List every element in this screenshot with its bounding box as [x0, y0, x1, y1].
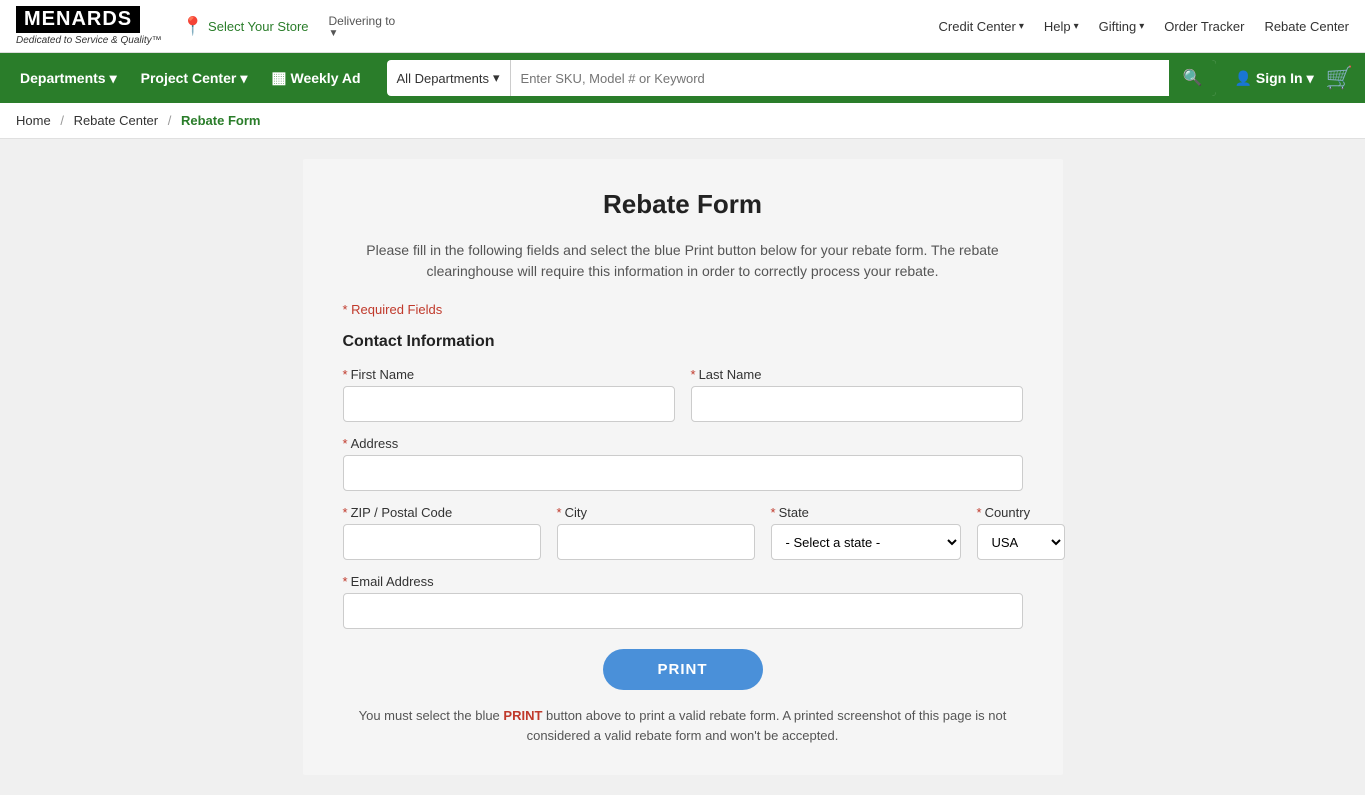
state-select[interactable]: - Select a state - Alabama Alaska Arizon…	[771, 524, 961, 560]
help-label: Help	[1044, 19, 1071, 34]
form-description: Please fill in the following fields and …	[343, 240, 1023, 282]
order-tracker-link[interactable]: Order Tracker	[1164, 19, 1244, 34]
breadcrumb-sep-2: /	[168, 113, 172, 128]
credit-center-link[interactable]: Credit Center ▾	[939, 19, 1024, 34]
last-name-label: *Last Name	[691, 367, 1023, 382]
address-row: *Address	[343, 436, 1023, 491]
zip-group: *ZIP / Postal Code	[343, 505, 541, 560]
gifting-label: Gifting	[1099, 19, 1137, 34]
contact-section-title: Contact Information	[343, 333, 1023, 351]
search-dept-dropdown[interactable]: All Departments ▾	[387, 60, 511, 96]
cart-icon[interactable]: 🛒	[1326, 65, 1353, 91]
location-row: *ZIP / Postal Code *City *State - Select…	[343, 505, 1023, 560]
form-title: Rebate Form	[343, 189, 1023, 220]
print-note: You must select the blue PRINT button ab…	[343, 706, 1023, 745]
search-input[interactable]	[511, 60, 1169, 96]
name-row: *First Name *Last Name	[343, 367, 1023, 422]
help-link[interactable]: Help ▾	[1044, 19, 1079, 34]
first-name-label: *First Name	[343, 367, 675, 382]
email-row: *Email Address	[343, 574, 1023, 629]
email-input[interactable]	[343, 593, 1023, 629]
gifting-link[interactable]: Gifting ▾	[1099, 19, 1145, 34]
delivering-to[interactable]: Delivering to ▼	[329, 14, 396, 39]
order-tracker-label: Order Tracker	[1164, 19, 1244, 34]
top-bar-right: Credit Center ▾ Help ▾ Gifting ▾ Order T…	[939, 19, 1349, 34]
rebate-center-label: Rebate Center	[1264, 19, 1349, 34]
main-content: Rebate Form Please fill in the following…	[0, 139, 1365, 795]
city-label: *City	[557, 505, 755, 520]
nav-right: 👤 Sign In ▾ 🛒	[1234, 65, 1353, 91]
zip-label: *ZIP / Postal Code	[343, 505, 541, 520]
last-name-input[interactable]	[691, 386, 1023, 422]
sign-in-button[interactable]: 👤 Sign In ▾	[1234, 70, 1313, 87]
country-group: *Country USA Canada	[977, 505, 1065, 560]
zip-required-star: *	[343, 505, 348, 520]
departments-nav[interactable]: Departments ▾	[12, 53, 125, 103]
city-required-star: *	[557, 505, 562, 520]
top-bar: MENARDS Dedicated to Service & Quality™ …	[0, 0, 1365, 53]
nav-bar: Departments ▾ Project Center ▾ ▦ Weekly …	[0, 53, 1365, 103]
required-note: * Required Fields	[343, 302, 1023, 317]
breadcrumb-home[interactable]: Home	[16, 113, 51, 128]
form-container: Rebate Form Please fill in the following…	[303, 159, 1063, 775]
top-bar-left: MENARDS Dedicated to Service & Quality™ …	[16, 6, 395, 46]
country-label: *Country	[977, 505, 1065, 520]
store-select[interactable]: 📍 Select Your Store	[182, 16, 309, 37]
user-icon: 👤	[1234, 70, 1251, 87]
credit-center-chevron: ▾	[1019, 21, 1024, 32]
logo-area: MENARDS Dedicated to Service & Quality™	[16, 6, 162, 46]
search-button[interactable]: 🔍	[1169, 60, 1217, 96]
logo: MENARDS	[16, 6, 140, 33]
country-select[interactable]: USA Canada	[977, 524, 1065, 560]
state-label: *State	[771, 505, 961, 520]
sign-in-chevron: ▾	[1307, 70, 1314, 87]
delivering-label: Delivering to	[329, 14, 396, 28]
breadcrumb: Home / Rebate Center / Rebate Form	[0, 103, 1365, 139]
print-button[interactable]: PRINT	[603, 649, 763, 690]
breadcrumb-current: Rebate Form	[181, 113, 260, 128]
last-name-required-star: *	[691, 367, 696, 382]
store-select-label: Select Your Store	[208, 19, 308, 34]
address-group: *Address	[343, 436, 1023, 491]
first-name-required-star: *	[343, 367, 348, 382]
email-label: *Email Address	[343, 574, 1023, 589]
rebate-center-link[interactable]: Rebate Center	[1264, 19, 1349, 34]
address-required-star: *	[343, 436, 348, 451]
email-group: *Email Address	[343, 574, 1023, 629]
email-required-star: *	[343, 574, 348, 589]
weekly-ad-label: Weekly Ad	[290, 70, 360, 86]
search-container: All Departments ▾ 🔍	[387, 60, 1217, 96]
pin-icon: 📍	[182, 16, 204, 37]
departments-label: Departments	[20, 70, 106, 86]
help-chevron: ▾	[1074, 21, 1079, 32]
weekly-ad-icon: ▦	[271, 68, 286, 88]
search-dept-label: All Departments	[397, 71, 489, 86]
first-name-group: *First Name	[343, 367, 675, 422]
state-group: *State - Select a state - Alabama Alaska…	[771, 505, 961, 560]
delivering-arrow: ▼	[329, 28, 339, 39]
credit-center-label: Credit Center	[939, 19, 1016, 34]
country-required-star: *	[977, 505, 982, 520]
project-center-chevron: ▾	[240, 70, 247, 87]
zip-input[interactable]	[343, 524, 541, 560]
logo-tagline: Dedicated to Service & Quality™	[16, 35, 162, 46]
city-input[interactable]	[557, 524, 755, 560]
breadcrumb-sep-1: /	[60, 113, 64, 128]
search-dept-chevron: ▾	[493, 70, 500, 86]
sign-in-label: Sign In	[1256, 70, 1303, 86]
breadcrumb-rebate-center[interactable]: Rebate Center	[74, 113, 159, 128]
departments-chevron: ▾	[110, 70, 117, 87]
address-label: *Address	[343, 436, 1023, 451]
state-required-star: *	[771, 505, 776, 520]
last-name-group: *Last Name	[691, 367, 1023, 422]
address-input[interactable]	[343, 455, 1023, 491]
gifting-chevron: ▾	[1139, 21, 1144, 32]
weekly-ad-nav[interactable]: ▦ Weekly Ad	[263, 53, 368, 103]
print-note-emphasis: PRINT	[503, 708, 542, 723]
city-group: *City	[557, 505, 755, 560]
first-name-input[interactable]	[343, 386, 675, 422]
project-center-label: Project Center	[141, 70, 237, 86]
project-center-nav[interactable]: Project Center ▾	[133, 53, 256, 103]
